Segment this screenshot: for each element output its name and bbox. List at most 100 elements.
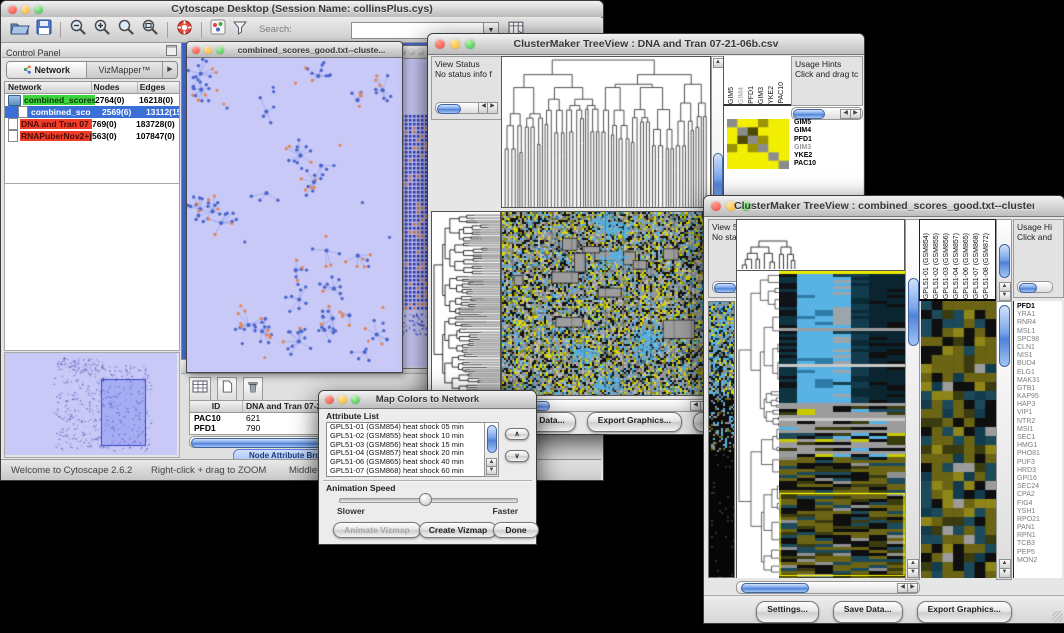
attribute-table-icon[interactable]: [189, 377, 211, 401]
tv1-zoom-matrix[interactable]: [727, 119, 789, 169]
move-up-button[interactable]: ∧: [505, 428, 529, 440]
network-table-row[interactable]: DNA and Tran 07769(0)183728(0): [5, 118, 179, 130]
treeview2-titlebar[interactable]: ClusterMaker TreeView : combined_scores_…: [704, 196, 1064, 217]
tv1-button[interactable]: Export Graphics...: [587, 412, 682, 432]
attribute-list[interactable]: GPL51-01 (GSM854) heat shock 05 minGPL51…: [326, 422, 486, 477]
tv2-row-dendrogram[interactable]: [736, 271, 778, 578]
tv2-hscroll-thumb[interactable]: [741, 583, 809, 593]
open-folder-icon[interactable]: [10, 20, 30, 40]
scroll-down-arrow[interactable]: ▼: [999, 291, 1011, 301]
tv2-button[interactable]: Export Graphics...: [917, 601, 1012, 623]
tv2-zoom-heatmap[interactable]: [921, 301, 996, 578]
tv2-hints-scrollbar[interactable]: [1017, 281, 1053, 293]
attribute-list-item[interactable]: GPL51-06 (GSM865) heat shock 40 min: [327, 458, 485, 467]
filter-funnel-icon[interactable]: [232, 20, 248, 40]
zoom-out-icon[interactable]: [69, 18, 87, 41]
tv2-button[interactable]: Settings...: [756, 601, 819, 623]
tv1-status-scrollbar[interactable]: [435, 102, 483, 114]
network-table-header[interactable]: Network Nodes Edges: [5, 82, 179, 94]
close-button[interactable]: [435, 39, 445, 49]
tv2-collabel-scrollbar[interactable]: ▲ ▼: [996, 219, 1012, 303]
tv1-usage-hints-panel: Usage Hints Click and drag tc: [791, 56, 863, 106]
attribute-list-item[interactable]: GPL51-03 (GSM856) heat shock 15 min: [327, 441, 485, 450]
zoom-selected-icon[interactable]: [117, 18, 135, 41]
float-panel-icon[interactable]: [166, 45, 177, 56]
tv1-usage-hints-text: Click and drag tc: [792, 69, 862, 79]
zoom-button[interactable]: [216, 46, 224, 54]
tv2-vscroll-thumb[interactable]: [908, 278, 919, 346]
tv2-zoom-scrollbar[interactable]: ▲ ▼: [996, 301, 1012, 580]
dialog-titlebar[interactable]: Map Colors to Network: [319, 391, 536, 409]
animation-speed-label: Animation Speed: [326, 483, 395, 493]
network-edges-count: 16218(0): [139, 95, 180, 105]
tv2-row-label: MON2: [1017, 557, 1062, 565]
scroll-right-arrow[interactable]: ▶: [487, 102, 498, 114]
attribute-list-item[interactable]: GPL51-04 (GSM857) heat shock 20 min: [327, 449, 485, 458]
close-button[interactable]: [325, 395, 334, 404]
save-icon[interactable]: [36, 19, 52, 40]
animation-slider-thumb[interactable]: [419, 493, 432, 506]
attribute-list-item[interactable]: GPL51-07 (GSM868) heat shock 60 min: [327, 467, 485, 476]
tv1-global-heatmap[interactable]: [501, 211, 711, 396]
vizmap-palette-icon[interactable]: [210, 19, 226, 40]
resize-grip[interactable]: [1052, 611, 1063, 622]
scroll-down-arrow[interactable]: ▼: [907, 568, 919, 578]
tab-overflow-arrow[interactable]: ▶: [162, 62, 177, 78]
animate-vizmap-button[interactable]: Animate Vizmap: [333, 522, 421, 538]
attribute-list-item[interactable]: GPL51-01 (GSM854) heat shock 05 min: [327, 423, 485, 432]
close-button[interactable]: [711, 201, 721, 211]
birds-eye-view[interactable]: [4, 352, 180, 458]
tv2-column-dendrogram[interactable]: [736, 219, 905, 271]
network-table-row[interactable]: combined_scores2764(0)16218(0): [5, 94, 179, 106]
done-button[interactable]: Done: [493, 522, 539, 538]
attribute-list-item[interactable]: GPL51-02 (GSM855) heat shock 10 min: [327, 432, 485, 441]
attribute-list-scrollbar[interactable]: ▲ ▼: [484, 422, 499, 477]
close-button[interactable]: [8, 5, 17, 14]
attribute-scroll-thumb[interactable]: [487, 425, 497, 453]
tv2-column-label: GPL51-02 (GSM855): [932, 233, 942, 299]
tv2-heatmap[interactable]: [779, 271, 905, 578]
tv2-button[interactable]: Save Data...: [833, 601, 903, 623]
zoom-in-icon[interactable]: [93, 18, 111, 41]
main-titlebar[interactable]: Cytoscape Desktop (Session Name: collins…: [1, 1, 603, 18]
scroll-down-arrow[interactable]: ▼: [486, 466, 497, 475]
status-hint-zoom: Right-click + drag to ZOOM: [151, 465, 266, 476]
tv2-hscrollbar[interactable]: ◀ ▶: [736, 581, 920, 594]
minimize-button[interactable]: [409, 49, 415, 55]
scroll-up-arrow[interactable]: ▲: [713, 58, 724, 68]
scroll-down-arrow[interactable]: ▼: [999, 568, 1011, 578]
network-nodes-count: 769(0): [92, 119, 136, 129]
zoom-fit-icon[interactable]: [141, 18, 159, 41]
tv2-row-label: GPI16: [1017, 475, 1062, 483]
tv1-column-dendrogram[interactable]: [501, 56, 711, 208]
network-table-row[interactable]: combined_sco2569(6)13112(15): [5, 106, 179, 118]
help-ring-icon[interactable]: [176, 19, 193, 41]
create-vizmap-button[interactable]: Create Vizmap: [419, 522, 497, 538]
tv2-global-overview[interactable]: [708, 301, 735, 578]
tv2-usage-hints-panel: Usage Hi Click and: [1013, 219, 1064, 298]
new-attribute-icon[interactable]: [217, 377, 237, 401]
network-tree-view-area[interactable]: [4, 183, 180, 351]
tv2-zoom-scroll-thumb[interactable]: [999, 305, 1010, 367]
scroll-right-arrow[interactable]: ▶: [850, 109, 861, 119]
network-edges-count: 183728(0): [136, 119, 180, 129]
minimize-button[interactable]: [21, 5, 30, 14]
minimize-button[interactable]: [204, 46, 212, 54]
minimize-button[interactable]: [338, 395, 347, 404]
move-down-button[interactable]: ∨: [505, 450, 529, 462]
tab-network[interactable]: Network: [7, 62, 87, 78]
tv1-row-dendrogram[interactable]: [431, 211, 501, 396]
scroll-right-arrow[interactable]: ▶: [907, 583, 918, 593]
zoom-button[interactable]: [418, 49, 424, 55]
tab-vizmapper[interactable]: VizMapper™: [87, 62, 162, 78]
tv2-column-label: GPL51-04 (GSM857): [952, 233, 962, 299]
close-button[interactable]: [192, 46, 200, 54]
network-table-row[interactable]: RNAPuberNov2+|563(0)107847(0): [5, 130, 179, 142]
tv2-vscrollbar[interactable]: ▲ ▼: [905, 219, 920, 580]
network-view-canvas[interactable]: [187, 58, 400, 371]
treeview1-titlebar[interactable]: ClusterMaker TreeView : DNA and Tran 07-…: [428, 34, 864, 55]
tv1-row-label: YKE2: [794, 152, 858, 160]
tv2-row-label: VIP1: [1017, 409, 1062, 417]
delete-attribute-icon[interactable]: [243, 377, 263, 401]
tv2-row-label: YSH1: [1017, 508, 1062, 516]
